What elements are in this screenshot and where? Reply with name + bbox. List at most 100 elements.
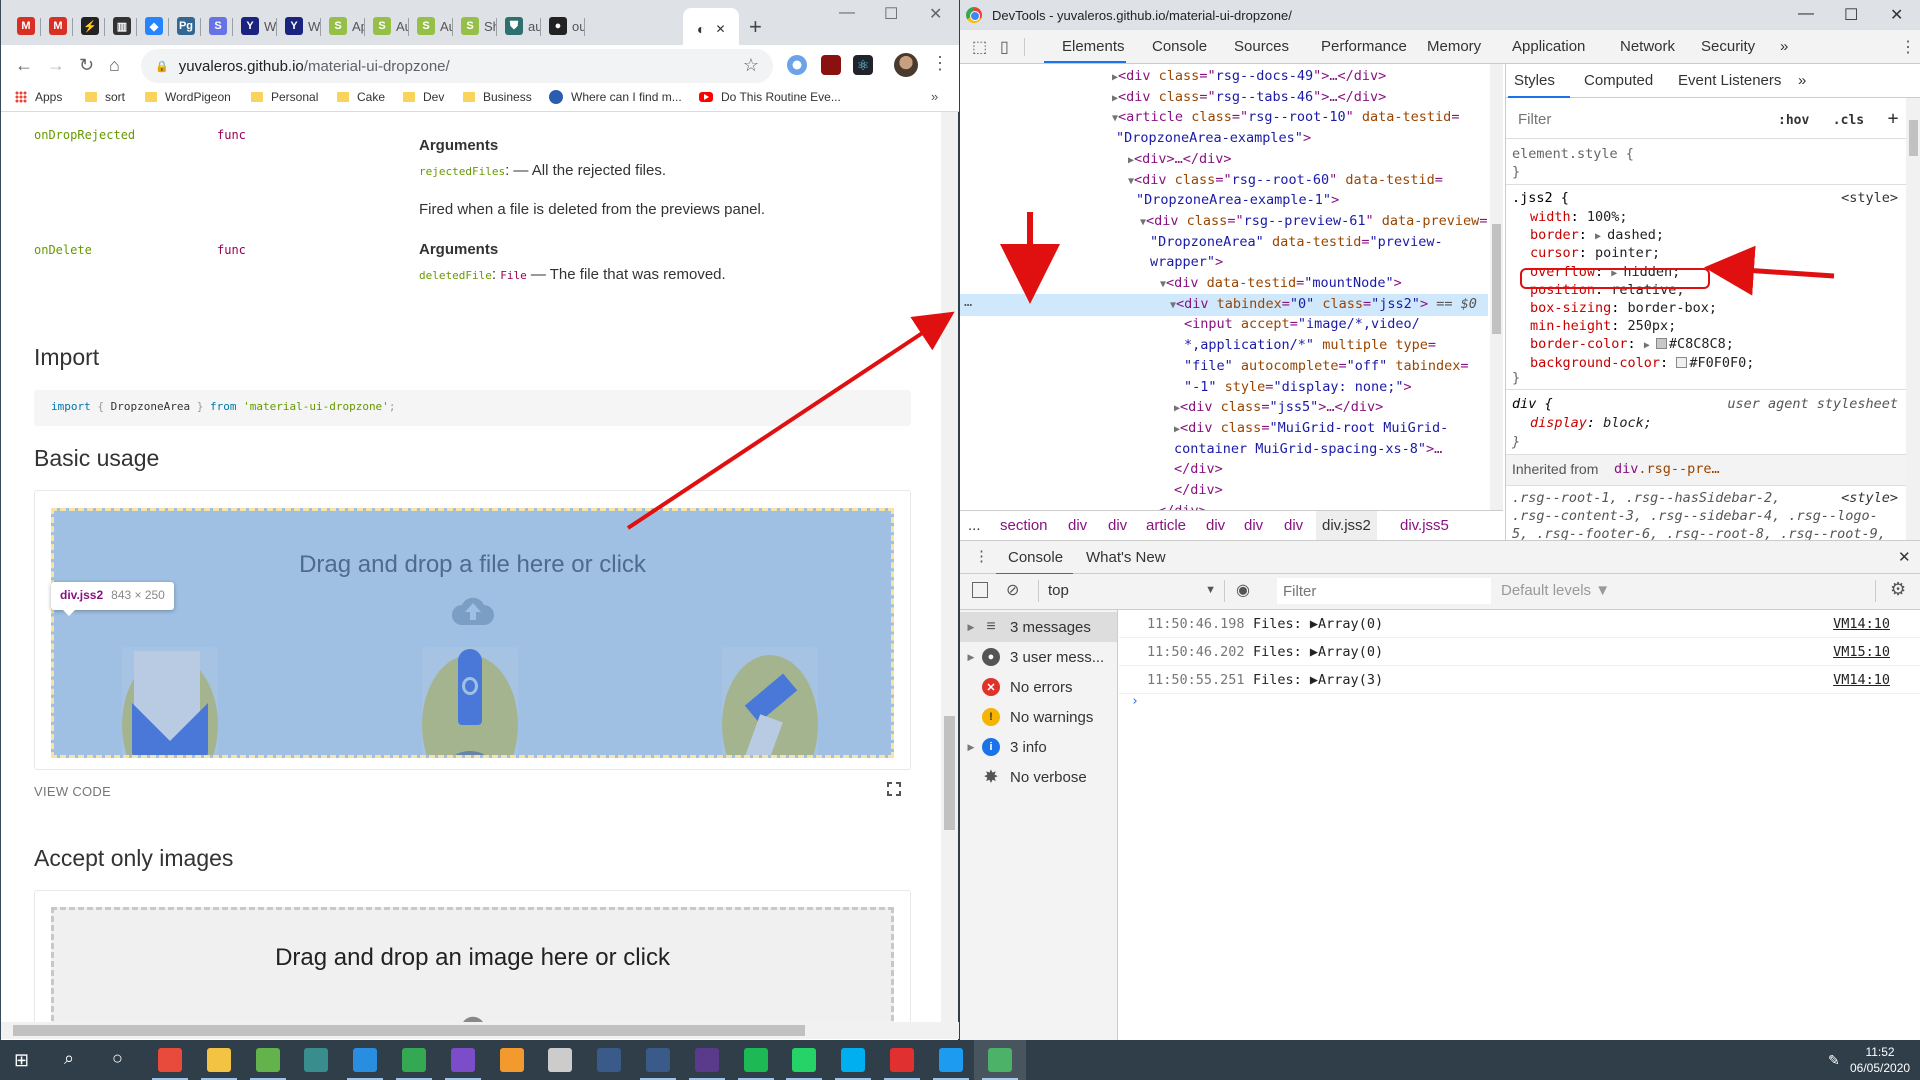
dom-node-line[interactable]: </div> bbox=[1174, 480, 1223, 501]
breadcrumb-item[interactable]: div bbox=[1068, 517, 1087, 534]
style-property[interactable]: border-color: ▶ #C8C8C8; bbox=[1530, 336, 1734, 352]
inherited-from-link[interactable]: div.rsg--pre… bbox=[1614, 461, 1720, 477]
devtools-tab-sources[interactable]: Sources bbox=[1234, 38, 1289, 55]
dom-node-line[interactable]: "DropzoneArea-examples"> bbox=[1116, 128, 1311, 149]
expand-triangle-icon[interactable]: ▶ bbox=[960, 622, 982, 633]
dom-tree-scrollbar[interactable] bbox=[1490, 64, 1503, 510]
view-code-button[interactable]: VIEW CODE bbox=[34, 784, 111, 799]
dom-node-line[interactable]: <input accept="image/*,video/ bbox=[1184, 314, 1420, 335]
bookmark-star-icon[interactable]: ☆ bbox=[743, 55, 759, 76]
more-tabs-button[interactable]: » bbox=[1780, 38, 1788, 55]
scrollbar-thumb[interactable] bbox=[13, 1025, 805, 1036]
browser-tab[interactable]: ⚡ bbox=[73, 10, 105, 42]
node-options-ellipsis[interactable]: … bbox=[964, 292, 972, 313]
tab-close-button[interactable]: ✕ bbox=[715, 22, 725, 36]
console-sidebar-item[interactable]: ✕ No errors bbox=[960, 672, 1117, 702]
dom-node-line[interactable]: ▶<div class="rsg--docs-49">…</div> bbox=[1112, 66, 1386, 89]
log-source-link[interactable]: VM15:10 bbox=[1833, 644, 1890, 660]
breadcrumb-item[interactable]: div bbox=[1206, 517, 1225, 534]
browser-tab[interactable]: ◆ bbox=[137, 10, 169, 42]
dom-node-line[interactable]: ▶<div class="MuiGrid-root MuiGrid- bbox=[1174, 418, 1448, 441]
dom-node-line[interactable]: *,application/*" multiple type= bbox=[1184, 335, 1436, 356]
dom-node-line[interactable]: ▼<div class="rsg--root-60" data-testid= bbox=[1128, 170, 1443, 193]
bookmark-item[interactable]: Cake bbox=[337, 90, 385, 104]
expand-triangle-icon[interactable]: ▶ bbox=[1595, 231, 1607, 242]
expand-triangle-icon[interactable]: ▶ bbox=[960, 652, 982, 663]
styles-filter-input[interactable] bbox=[1512, 105, 1768, 133]
console-sidebar-item[interactable]: ▶ i 3 info bbox=[960, 732, 1117, 762]
dom-node-line[interactable]: "-1" style="display: none;"> bbox=[1184, 377, 1412, 398]
breadcrumb-item[interactable]: div bbox=[1284, 517, 1303, 534]
dom-node-line[interactable]: ▶<div class="rsg--tabs-46">…</div> bbox=[1112, 87, 1386, 110]
style-property[interactable]: border: ▶ dashed; bbox=[1530, 227, 1664, 243]
profile-avatar[interactable] bbox=[894, 53, 918, 77]
page-vertical-scrollbar[interactable] bbox=[941, 112, 958, 1024]
whatsapp-icon[interactable] bbox=[792, 1048, 817, 1072]
terminal-icon[interactable] bbox=[304, 1048, 329, 1072]
style-property[interactable]: background-color: #F0F0F0; bbox=[1530, 355, 1754, 371]
bookmark-item[interactable]: sort bbox=[85, 90, 125, 104]
xmind-icon[interactable] bbox=[158, 1048, 182, 1072]
style-property[interactable]: min-height: 250px; bbox=[1530, 318, 1676, 334]
style-property[interactable]: width: 100%; bbox=[1530, 209, 1628, 225]
expand-triangle-icon[interactable]: ▶ bbox=[960, 742, 982, 753]
maximize-button[interactable]: ☐ bbox=[1844, 5, 1858, 25]
browser-tab[interactable]: M bbox=[9, 10, 41, 42]
file-explorer-icon[interactable] bbox=[206, 1048, 231, 1072]
log-source-link[interactable]: VM14:10 bbox=[1833, 616, 1890, 632]
dom-node-line[interactable]: ▶<div>…</div> bbox=[1128, 149, 1232, 172]
skype-icon[interactable] bbox=[841, 1048, 866, 1072]
dom-node-line[interactable]: ▼<article class="rsg--root-10" data-test… bbox=[1112, 107, 1459, 130]
elements-dom-tree[interactable]: ▶<div class="rsg--docs-49">…</div> ▶<div … bbox=[960, 64, 1503, 510]
console-sidebar-item[interactable]: ✸ No verbose bbox=[960, 762, 1117, 792]
context-selector[interactable]: top ▼ bbox=[1048, 582, 1216, 599]
sublime-icon[interactable] bbox=[499, 1048, 524, 1072]
breadcrumb-item[interactable]: div bbox=[1244, 517, 1263, 534]
browser-tab[interactable]: ⛊ au bbox=[497, 10, 541, 42]
bookmark-item[interactable]: Business bbox=[463, 90, 532, 104]
address-bar[interactable]: 🔒 yuvaleros.github.io/material-ui-dropzo… bbox=[141, 49, 773, 83]
forward-button[interactable]: → bbox=[47, 55, 65, 76]
browser-tab[interactable]: S Sh bbox=[453, 10, 497, 42]
dom-node-selected[interactable]: ▼<div tabindex="0" class="jss2"> == $0 bbox=[960, 293, 1488, 317]
devtools-tab-application[interactable]: Application bbox=[1512, 38, 1585, 55]
breadcrumb-item[interactable]: div bbox=[1108, 517, 1127, 534]
dom-node-line[interactable]: "DropzoneArea" data-testid="preview- bbox=[1150, 232, 1443, 253]
drawer-tab-console[interactable]: Console bbox=[1008, 549, 1063, 566]
rule-source-link[interactable]: <style> bbox=[1841, 190, 1898, 206]
tab-computed[interactable]: Computed bbox=[1584, 72, 1653, 89]
react-devtools-icon[interactable]: ⚛ bbox=[853, 55, 873, 75]
devtools-menu-icon[interactable]: ⋮ bbox=[1900, 37, 1916, 57]
home-button[interactable]: ⌂ bbox=[109, 55, 120, 76]
close-drawer-button[interactable]: ✕ bbox=[1898, 548, 1911, 566]
virtualbox-icon[interactable] bbox=[597, 1048, 622, 1072]
bookmarks-overflow-button[interactable]: » bbox=[931, 89, 938, 104]
devtools-tab-memory[interactable]: Memory bbox=[1427, 38, 1481, 55]
bookmark-item[interactable]: Dev bbox=[403, 90, 444, 104]
browser-menu-icon[interactable]: ⋮ bbox=[931, 53, 949, 74]
log-levels-dropdown[interactable]: Default levels ▼ bbox=[1501, 582, 1610, 599]
close-window-button[interactable]: ✕ bbox=[929, 4, 942, 24]
hover-state-toggle[interactable]: :hov bbox=[1778, 113, 1809, 128]
breadcrumb-item[interactable]: ... bbox=[968, 517, 981, 534]
inspect-element-icon[interactable]: ⬚ bbox=[972, 37, 987, 57]
close-window-button[interactable]: ✕ bbox=[1890, 5, 1903, 25]
clock-app-icon[interactable] bbox=[548, 1048, 573, 1072]
page-horizontal-scrollbar[interactable] bbox=[1, 1022, 959, 1039]
scrollbar-thumb[interactable] bbox=[1909, 120, 1918, 156]
breadcrumb-item[interactable]: div.jss5 bbox=[1400, 517, 1449, 534]
browser-tab[interactable]: S Ap bbox=[321, 10, 365, 42]
browser-tab[interactable]: S Au bbox=[365, 10, 409, 42]
vscode-icon[interactable] bbox=[353, 1048, 378, 1072]
dom-node-line[interactable]: wrapper"> bbox=[1150, 252, 1223, 273]
console-sidebar-item[interactable]: ▶ ≡ 3 messages bbox=[960, 612, 1117, 642]
console-sidebar-item[interactable]: ! No warnings bbox=[960, 702, 1117, 732]
browser-tab[interactable]: ▥ bbox=[105, 10, 137, 42]
ublock-icon[interactable] bbox=[821, 55, 841, 75]
visual-studio-icon[interactable] bbox=[450, 1048, 475, 1072]
browser-tab[interactable]: S Au bbox=[409, 10, 453, 42]
class-toggle[interactable]: .cls bbox=[1833, 113, 1864, 128]
bookmark-item[interactable]: Do This Routine Eve... bbox=[699, 90, 841, 104]
drawer-menu-icon[interactable]: ⋮ bbox=[974, 547, 989, 565]
dom-node-line[interactable]: </div> bbox=[1174, 459, 1223, 480]
